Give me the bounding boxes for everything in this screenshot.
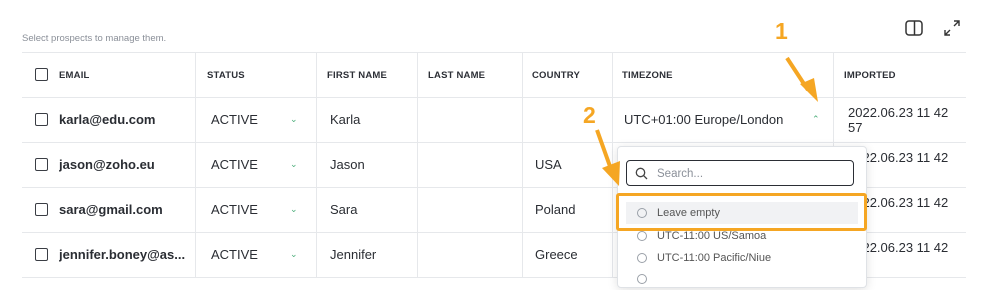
arrow-1-icon <box>785 56 818 102</box>
annotation-arrows <box>595 56 818 186</box>
arrow-2-icon <box>595 129 620 186</box>
